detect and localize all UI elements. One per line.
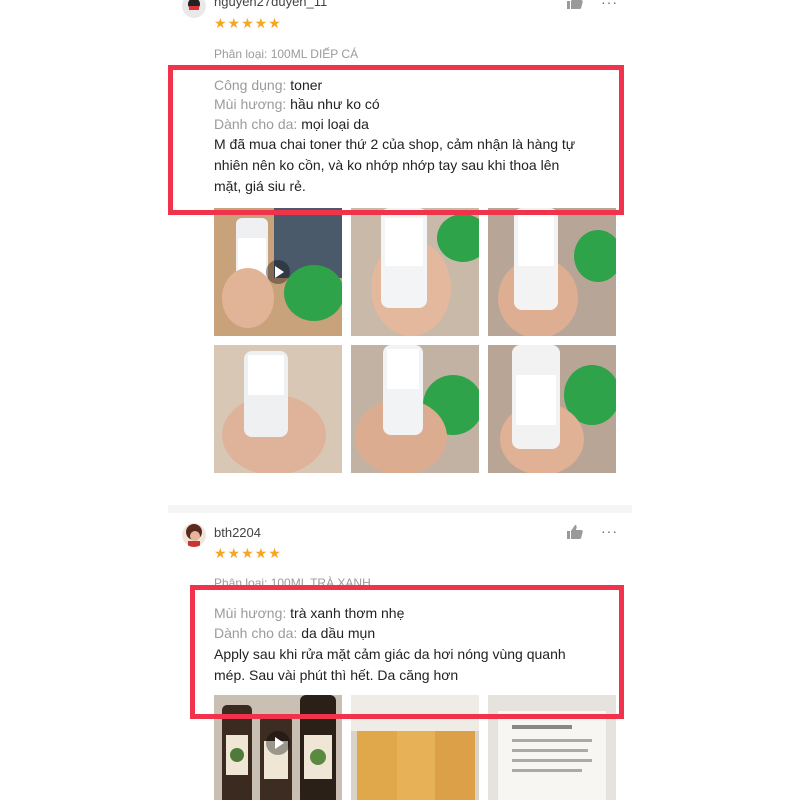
review-photo[interactable] <box>488 695 616 800</box>
review-variant: Phân loại: 100ML DIẾP CÁ <box>214 47 359 61</box>
more-options-icon[interactable]: ··· <box>601 523 618 539</box>
attr-value: hầu như ko có <box>290 96 380 112</box>
thumbs-up-icon[interactable] <box>566 524 584 540</box>
review-photo[interactable] <box>214 345 342 473</box>
review-body-line: mép. Sau vài phút thì hết. Da căng hơn <box>214 667 459 683</box>
review-photo[interactable] <box>488 345 616 473</box>
review-attr-skin-type: Dành cho da: mọi loại da <box>214 114 369 134</box>
review-body-line: nhiên nên ko cồn, và ko nhớp nhớp tay sa… <box>214 157 560 173</box>
review-username[interactable]: bth2204 <box>214 525 261 540</box>
review-body-line: mặt, giá siu rẻ. <box>214 178 306 194</box>
avatar[interactable] <box>182 523 206 547</box>
review-body-line: Apply sau khi rửa mặt cảm giác da hơi nó… <box>214 646 566 662</box>
star-rating: ★★★★★ <box>214 15 282 31</box>
attr-key: Dành cho da: <box>214 116 298 132</box>
review-body-line: M đã mua chai toner thứ 2 của shop, cảm … <box>214 136 576 152</box>
star-rating: ★★★★★ <box>214 545 282 561</box>
review-attr-scent: Mùi hương: trà xanh thơm nhẹ <box>214 603 404 623</box>
attr-value: trà xanh thơm nhẹ <box>290 605 405 621</box>
attr-key: Dành cho da: <box>214 625 298 641</box>
review-video-thumbnail[interactable] <box>214 695 342 800</box>
review-body: M đã mua chai toner thứ 2 của shop, cảm … <box>214 134 626 197</box>
review-photo[interactable] <box>351 695 479 800</box>
attr-value: mọi loại da <box>301 116 369 132</box>
review-photo[interactable] <box>351 208 479 336</box>
reviews-panel: nguyen27duyen_11 ··· ★★★★★ Phân loại: 10… <box>168 0 632 800</box>
review-variant: Phân loại: 100ML TRÀ XANH <box>214 576 371 590</box>
avatar[interactable] <box>182 0 206 18</box>
attr-value: toner <box>290 77 323 93</box>
play-icon[interactable] <box>266 731 290 755</box>
review-attr-scent: Mùi hương: hầu như ko có <box>214 94 380 114</box>
review-body: Apply sau khi rửa mặt cảm giác da hơi nó… <box>214 644 626 686</box>
review-card: nguyen27duyen_11 ··· ★★★★★ Phân loại: 10… <box>168 0 632 512</box>
attr-key: Công dụng: <box>214 77 287 93</box>
attr-value: da dầu mụn <box>301 625 376 641</box>
review-username[interactable]: nguyen27duyen_11 <box>214 0 327 9</box>
review-video-thumbnail[interactable] <box>214 208 342 336</box>
review-attr-skin-type: Dành cho da: da dầu mụn <box>214 623 375 643</box>
review-photo[interactable] <box>351 345 479 473</box>
review-attr-usage: Công dụng: toner <box>214 75 322 95</box>
more-options-icon[interactable]: ··· <box>601 0 618 10</box>
review-divider <box>168 505 632 513</box>
play-icon[interactable] <box>266 260 290 284</box>
review-photo[interactable] <box>488 208 616 336</box>
attr-key: Mùi hương: <box>214 96 287 112</box>
thumbs-up-icon[interactable] <box>566 0 584 10</box>
attr-key: Mùi hương: <box>214 605 287 621</box>
review-card: bth2204 ··· ★★★★★ Phân loại: 100ML TRÀ X… <box>168 513 632 800</box>
